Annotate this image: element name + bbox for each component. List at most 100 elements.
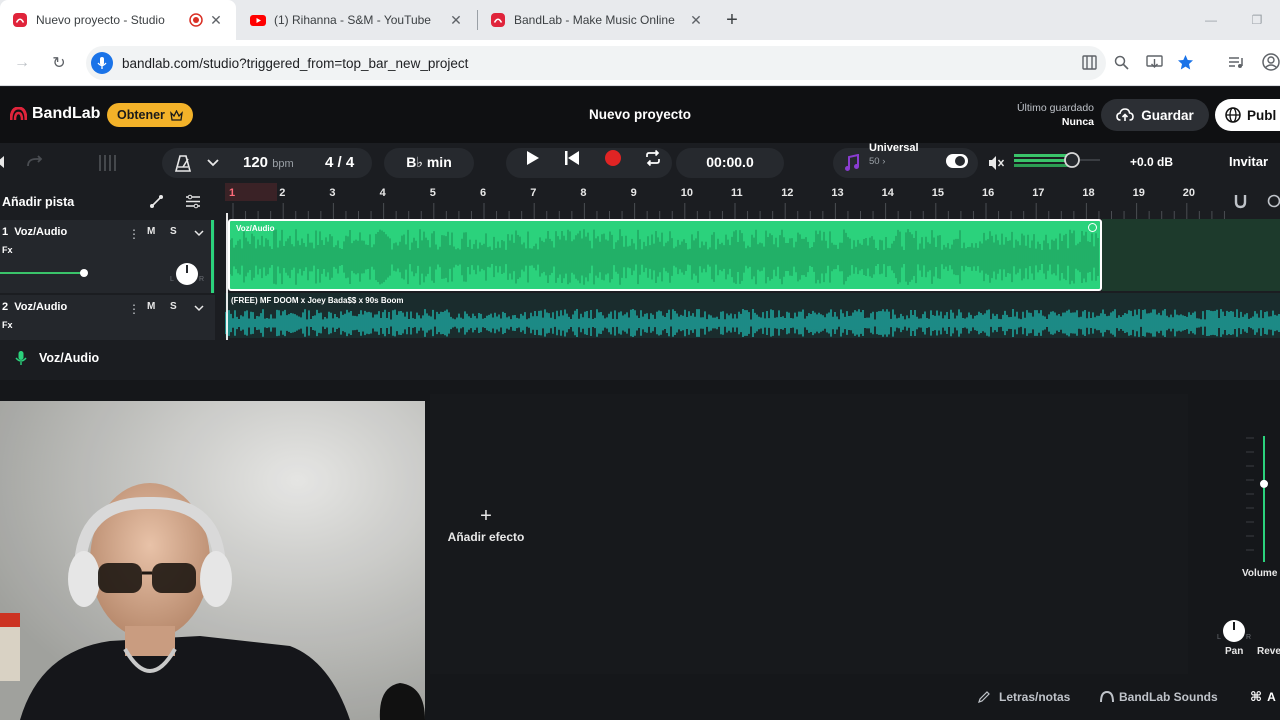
- bandlab-logo[interactable]: BandLab: [10, 105, 100, 123]
- tab-nuevo-proyecto[interactable]: Nuevo proyecto - Studio ✕: [0, 0, 236, 40]
- play-icon[interactable]: [526, 150, 540, 166]
- clip-voz-audio[interactable]: Voz/Audio: [228, 219, 1102, 291]
- track-volume-fader[interactable]: [1236, 432, 1280, 572]
- reload-icon[interactable]: ↻: [47, 51, 71, 75]
- chevron-down-icon[interactable]: [194, 230, 204, 237]
- bar-number: 16: [982, 187, 995, 199]
- bandlab-logo-icon: [10, 107, 27, 121]
- shortcuts-label: A: [1267, 690, 1276, 704]
- track-1-fx[interactable]: Fx: [2, 245, 13, 255]
- pan-r-label: R: [199, 276, 205, 283]
- crown-icon: [170, 109, 183, 121]
- preset-name: Universal: [869, 142, 919, 154]
- bar-number: 18: [1082, 187, 1095, 199]
- zoom-timeline-icon[interactable]: [1267, 194, 1280, 208]
- last-saved-status: Último guardado Nunca: [1017, 101, 1094, 129]
- bandlab-sounds-link[interactable]: BandLab Sounds: [1100, 686, 1218, 708]
- shortcuts-button[interactable]: ⌘ A: [1250, 686, 1276, 708]
- reverb-label: Reve: [1257, 646, 1280, 657]
- save-button[interactable]: Guardar: [1101, 99, 1209, 131]
- lyrics-notes-link[interactable]: Letras/notas: [978, 686, 1070, 708]
- close-tab-icon[interactable]: ✕: [448, 12, 464, 28]
- track-1-mute[interactable]: M: [147, 226, 155, 237]
- track-1-volume-slider[interactable]: [0, 272, 84, 274]
- minimize-icon[interactable]: —: [1188, 0, 1234, 40]
- bar-number: 10: [680, 187, 694, 199]
- preset-toggle[interactable]: [946, 154, 968, 168]
- pencil-icon: [978, 691, 990, 703]
- invite-button[interactable]: Invitar: [1229, 154, 1268, 169]
- close-tab-icon[interactable]: ✕: [208, 12, 224, 28]
- chevron-down-icon[interactable]: [194, 305, 204, 312]
- browser-toolbar: → ↻ bandlab.com/studio?triggered_from=to…: [0, 40, 1280, 86]
- microphone-icon[interactable]: [91, 52, 113, 74]
- piano-keys-icon[interactable]: [1082, 55, 1097, 70]
- time-display-value: 00:00.0: [706, 154, 754, 170]
- mixer-icon[interactable]: [97, 154, 117, 172]
- track-1-more-icon[interactable]: ⋮: [128, 227, 140, 241]
- track-1-pan-knob[interactable]: [176, 263, 198, 285]
- redo-icon[interactable]: [26, 155, 44, 169]
- speaker-mute-icon[interactable]: [988, 155, 1005, 171]
- publish-label: Publ: [1247, 107, 1277, 123]
- address-bar[interactable]: bandlab.com/studio?triggered_from=top_ba…: [86, 46, 1106, 80]
- master-volume-slider[interactable]: [1014, 152, 1100, 168]
- browser-tab-strip: Nuevo proyecto - Studio ✕ (1) Rihanna - …: [0, 0, 1280, 40]
- time-sig-numerator: 4: [325, 154, 334, 171]
- pan-l-label: L: [1217, 634, 1221, 641]
- track-2-more-icon[interactable]: ⋮: [128, 302, 140, 316]
- record-icon[interactable]: [604, 149, 622, 167]
- tracks-settings-icon[interactable]: [185, 194, 201, 209]
- save-label: Guardar: [1141, 107, 1194, 123]
- skip-to-start-icon[interactable]: [564, 150, 580, 166]
- timeline-ruler[interactable]: 1 2 3 4 5 6 7 8 9 10 11 12 13 14 15 16 17 18 19 20: [225, 183, 1225, 219]
- bar-number: 14: [881, 187, 894, 199]
- add-effect-plus-icon: +: [480, 505, 492, 527]
- track-2-solo[interactable]: S: [170, 301, 177, 312]
- media-controls-icon[interactable]: [1228, 55, 1244, 70]
- bookmark-star-icon[interactable]: [1177, 54, 1194, 71]
- playhead[interactable]: [226, 213, 228, 340]
- clip-beat[interactable]: (FREE) MF DOOM x Joey Bada$$ x 90s Boom: [225, 293, 1280, 338]
- add-track-button[interactable]: Añadir pista: [2, 195, 74, 209]
- profile-icon[interactable]: [1262, 53, 1280, 71]
- chevron-down-icon[interactable]: [207, 159, 219, 167]
- install-app-icon[interactable]: [1146, 54, 1163, 71]
- track-row-2[interactable]: 2 Voz/Audio Fx ⋮ M S: [0, 295, 215, 340]
- zoom-icon[interactable]: [1114, 55, 1129, 70]
- new-tab-button[interactable]: +: [722, 10, 742, 30]
- track-pan-knob[interactable]: [1223, 620, 1245, 642]
- obtener-button[interactable]: Obtener: [107, 103, 193, 127]
- cloud-upload-icon: [1116, 108, 1135, 121]
- bar-number: 20: [1182, 187, 1196, 199]
- lyrics-label: Letras/notas: [999, 690, 1071, 704]
- track-2-mute[interactable]: M: [147, 301, 155, 312]
- add-effect-button[interactable]: + Añadir efecto: [440, 506, 532, 544]
- tempo-input[interactable]: 120 bpm: [243, 154, 294, 171]
- metronome-icon[interactable]: [174, 155, 192, 172]
- loop-handle-icon[interactable]: [1088, 223, 1097, 232]
- forward-icon[interactable]: →: [10, 51, 34, 75]
- music-note-icon: [845, 154, 859, 171]
- tab-bandlab-home[interactable]: BandLab - Make Music Online ✕: [478, 0, 716, 40]
- snap-magnet-icon[interactable]: [1234, 194, 1247, 209]
- automation-icon[interactable]: [149, 194, 164, 209]
- globe-icon: [1225, 107, 1241, 123]
- undo-icon[interactable]: [0, 155, 6, 169]
- track-2-fx[interactable]: Fx: [2, 320, 13, 330]
- bar-number: 15: [931, 187, 945, 199]
- volume-label: Volume: [1242, 568, 1278, 579]
- restore-icon[interactable]: ❐: [1234, 0, 1280, 40]
- selected-track-name: Voz/Audio: [39, 351, 100, 365]
- loop-icon[interactable]: [644, 149, 662, 167]
- track-1-solo[interactable]: S: [170, 226, 177, 237]
- track-row-1[interactable]: 1 Voz/Audio Fx ⋮ M S L R: [0, 220, 215, 293]
- publish-button[interactable]: Publ: [1215, 99, 1280, 131]
- tempo-value: 120: [243, 154, 269, 171]
- master-db-value: +0.0 dB: [1130, 155, 1174, 169]
- track-1-volume-thumb[interactable]: [80, 269, 88, 277]
- arrangement-area: Añadir pista 1 Voz/Audio Fx ⋮ M S L R 2 …: [0, 183, 1280, 340]
- time-signature-input[interactable]: 4 / 4: [325, 154, 354, 171]
- close-tab-icon[interactable]: ✕: [688, 12, 704, 28]
- tab-youtube[interactable]: (1) Rihanna - S&M - YouTube ✕: [238, 0, 476, 40]
